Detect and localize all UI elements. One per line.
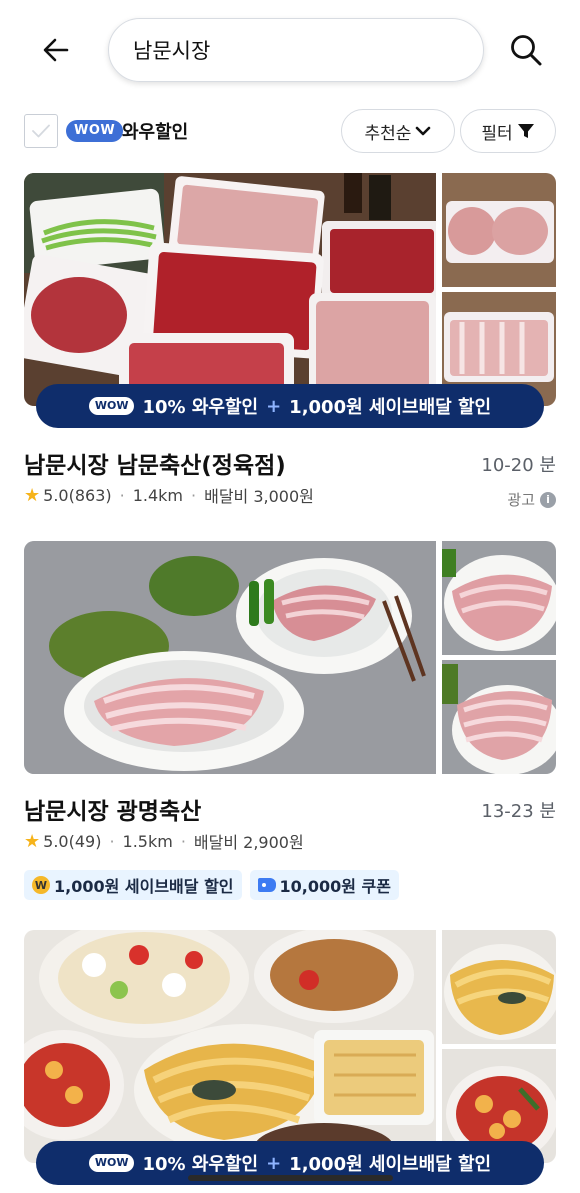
delivery-eta: 10-20 분 <box>481 455 556 476</box>
discount-coupon: 10,000원 쿠폰 <box>249 870 399 900</box>
store-side-photo <box>442 930 556 1044</box>
rating: 5.0(863) <box>43 485 112 505</box>
back-button[interactable] <box>36 30 76 70</box>
star-icon: ★ <box>24 484 41 506</box>
home-indicator[interactable] <box>188 1175 393 1181</box>
star-icon: ★ <box>24 830 41 852</box>
search-button[interactable] <box>504 28 548 72</box>
store-card[interactable]: WOW 10% 와우할인 + 1,000원 세이브배달 할인 <box>0 930 580 1193</box>
search-header: 남문시장 <box>0 0 580 100</box>
coupon-list: W 1,000원 세이브배달 할인 10,000원 쿠폰 <box>24 870 399 900</box>
ad-label[interactable]: 광고 i <box>507 489 556 510</box>
save-delivery-text: 1,000원 세이브배달 할인 <box>289 397 492 418</box>
store-photo-grid[interactable] <box>24 173 556 406</box>
checkmark-icon <box>32 124 50 138</box>
search-input[interactable]: 남문시장 <box>108 18 484 82</box>
coin-icon: W <box>32 876 50 894</box>
store-side-photo <box>442 173 556 287</box>
wow-badge: WOW <box>88 1154 135 1172</box>
magnifier-icon <box>511 35 542 66</box>
store-photo-grid[interactable] <box>24 930 556 1163</box>
wow-badge: WOW <box>88 397 135 415</box>
store-side-photo <box>442 541 556 655</box>
wow-discount-checkbox[interactable] <box>24 114 58 148</box>
plus-sign: + <box>266 395 282 417</box>
store-name[interactable]: 남문시장 남문축산(정육점) <box>24 446 286 480</box>
chevron-down-icon <box>416 126 431 136</box>
wow-discount-text: 10% 와우할인 <box>142 397 259 418</box>
store-name[interactable]: 남문시장 광명축산 <box>24 792 201 826</box>
distance: 1.5km <box>122 831 173 851</box>
funnel-icon <box>517 124 534 138</box>
save-delivery-coupon: W 1,000원 세이브배달 할인 <box>24 870 242 900</box>
sort-label: 추천순 <box>364 123 412 144</box>
rating: 5.0(49) <box>43 831 102 851</box>
store-meta: ★ 5.0(863) · 1.4km · 배달비 3,000원 <box>24 484 314 507</box>
save-delivery-text: 1,000원 세이브배달 할인 <box>289 1154 492 1175</box>
wow-discount-text: 10% 와우할인 <box>142 1154 259 1175</box>
plus-sign: + <box>266 1152 282 1174</box>
tag-icon <box>257 878 276 892</box>
store-card[interactable]: WOW 10% 와우할인 + 1,000원 세이브배달 할인 남문시장 남문축산… <box>0 173 580 518</box>
delivery-fee: 배달비 2,900원 <box>193 833 304 852</box>
filter-bar: WOW 와우할인 추천순 필터 <box>0 108 580 156</box>
store-card[interactable]: 남문시장 광명축산 13-23 분 ★ 5.0(49) · 1.5km · 배달… <box>0 541 580 911</box>
store-main-photo <box>24 173 436 406</box>
store-main-photo <box>24 930 436 1163</box>
promo-banner: WOW 10% 와우할인 + 1,000원 세이브배달 할인 <box>36 384 544 428</box>
search-query-text: 남문시장 <box>133 39 211 63</box>
wow-badge: WOW <box>66 120 124 142</box>
store-photo-grid[interactable] <box>24 541 556 774</box>
delivery-fee: 배달비 3,000원 <box>204 487 314 506</box>
wow-discount-label[interactable]: 와우할인 <box>122 118 188 144</box>
filter-button[interactable]: 필터 <box>460 109 556 153</box>
store-side-photo <box>442 660 556 774</box>
store-main-photo <box>24 541 436 774</box>
arrow-left-icon <box>43 38 69 62</box>
store-meta: ★ 5.0(49) · 1.5km · 배달비 2,900원 <box>24 830 304 853</box>
filter-label: 필터 <box>481 123 513 144</box>
sort-dropdown[interactable]: 추천순 <box>341 109 455 153</box>
distance: 1.4km <box>132 485 183 505</box>
info-icon: i <box>540 491 556 508</box>
delivery-eta: 13-23 분 <box>481 801 556 822</box>
